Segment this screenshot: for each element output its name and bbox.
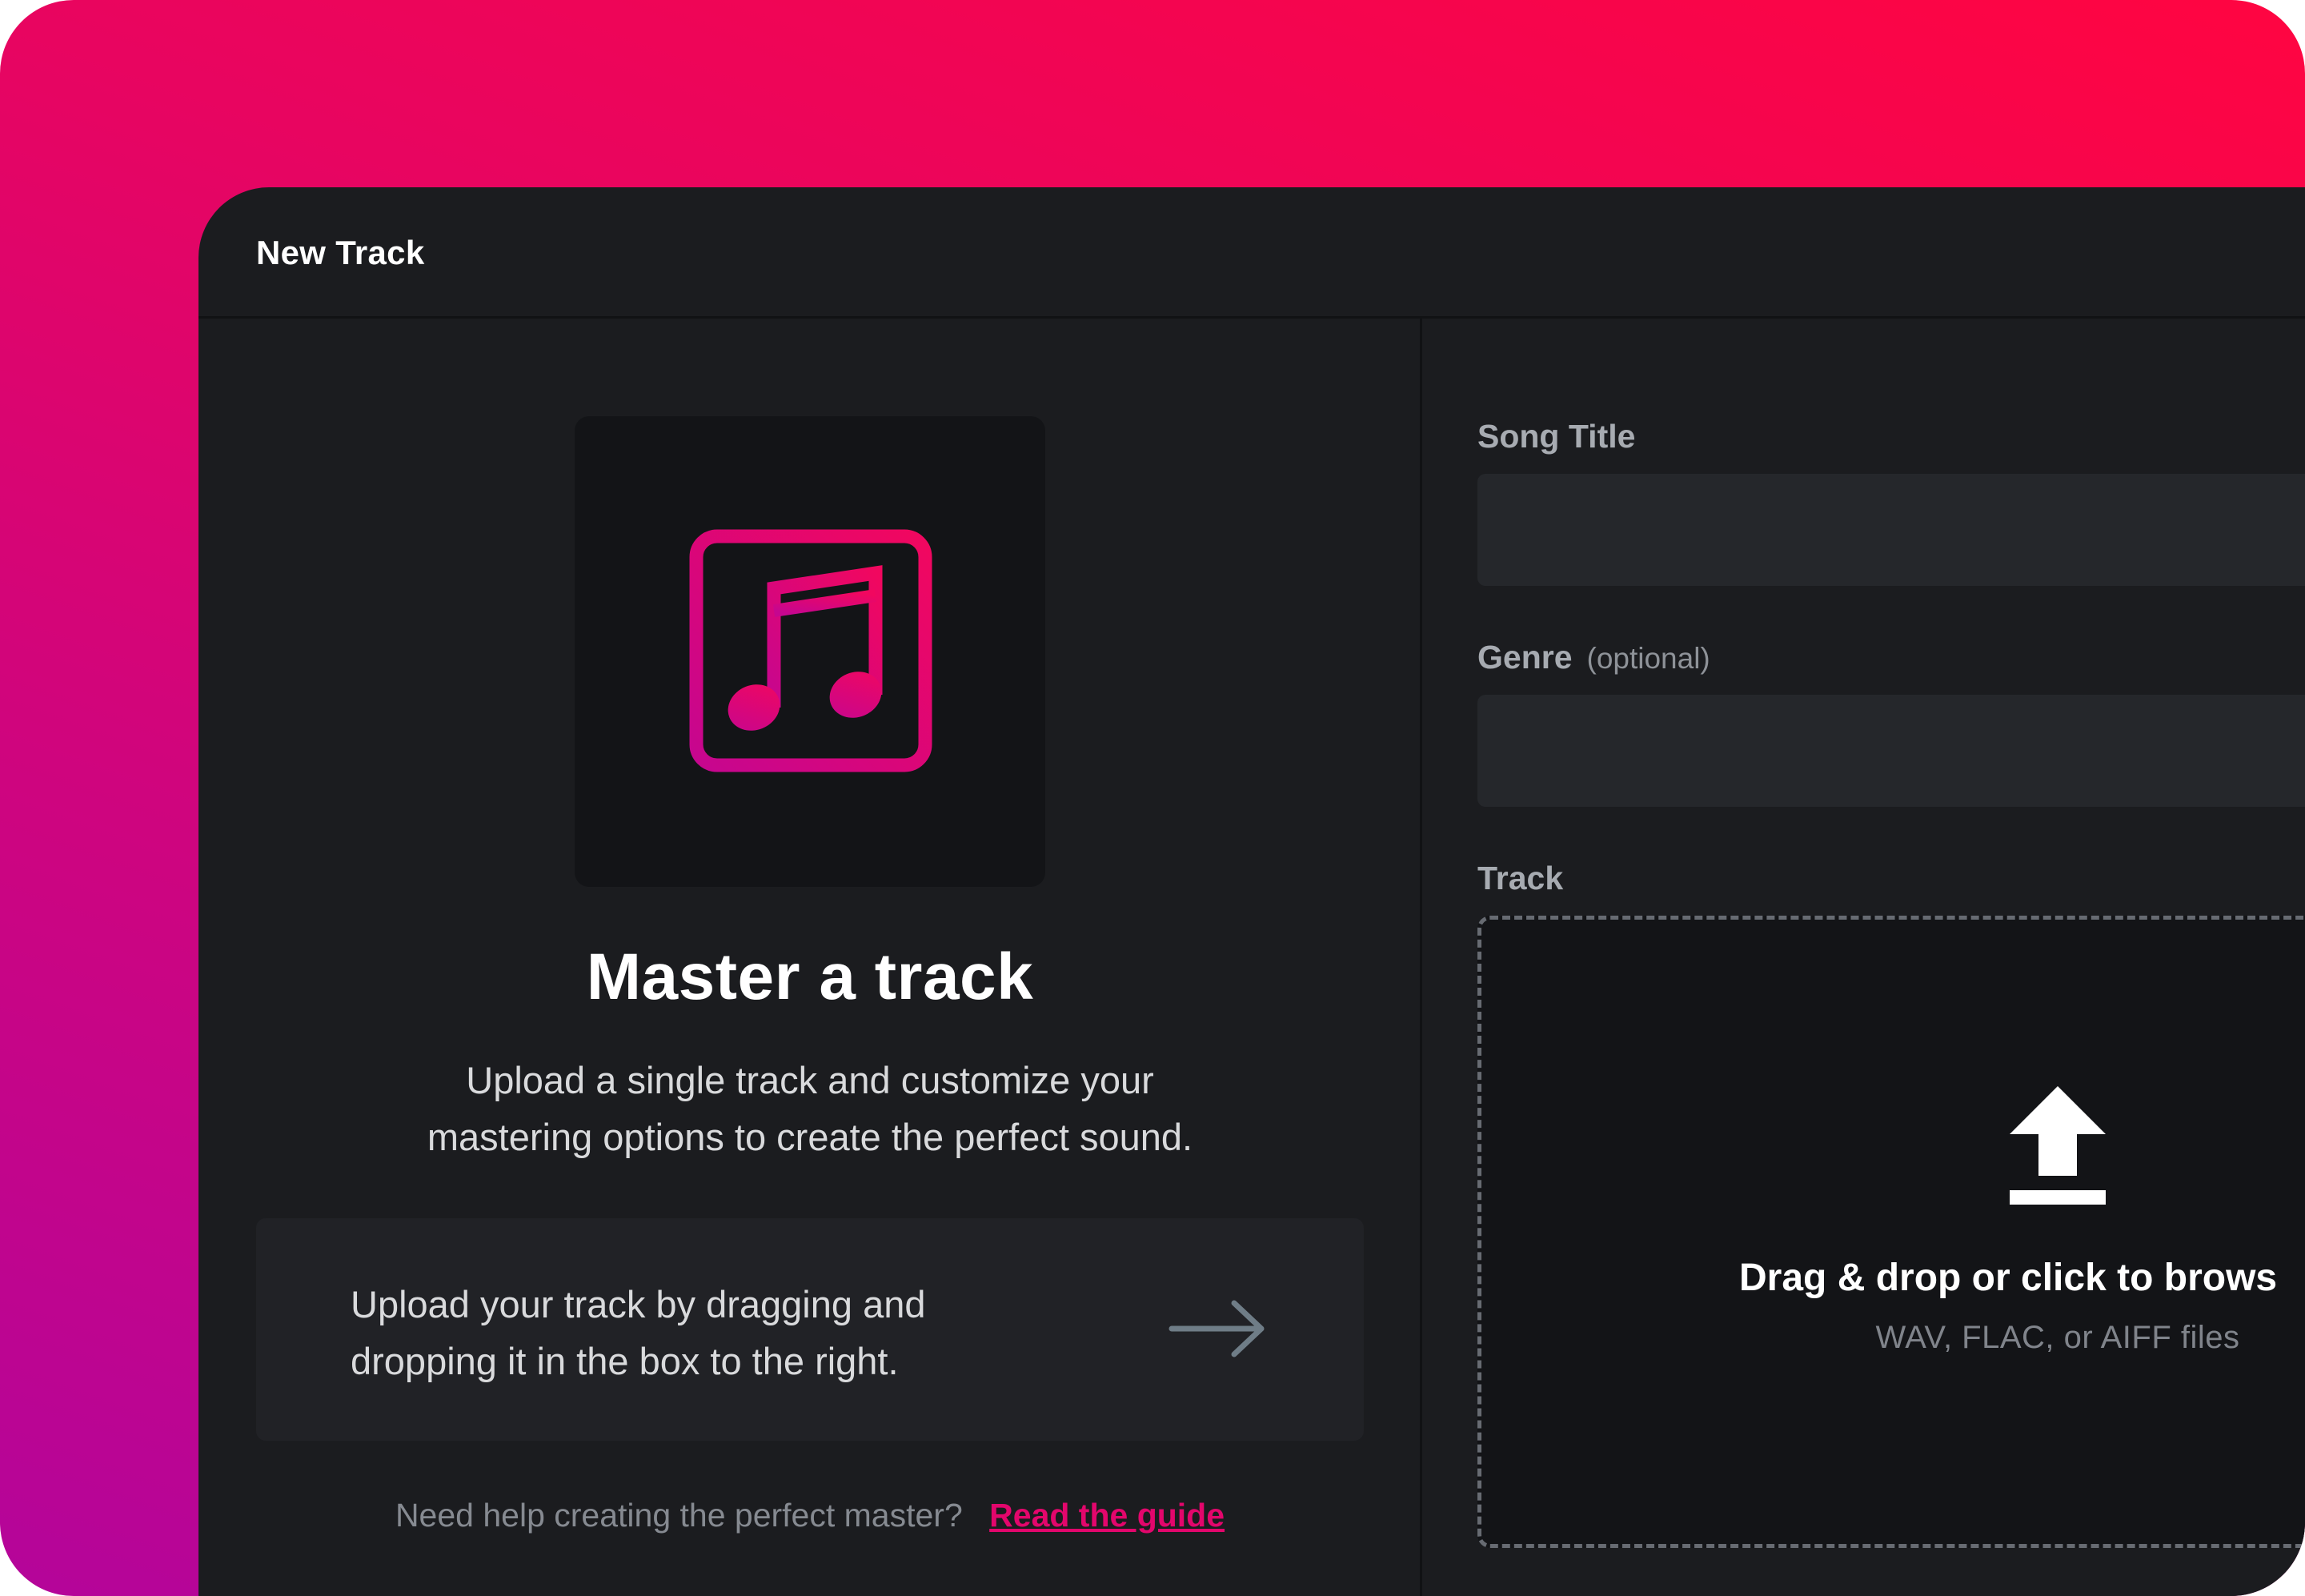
app-background: New Track Master a track Upload a single… [0,0,2305,1596]
upload-hint-text: Upload your track by dragging and droppi… [351,1276,926,1389]
help-line: Need help creating the perfect master? R… [198,1497,1421,1534]
music-note-square-icon [689,529,932,772]
optional-tag: (optional) [1586,642,1710,675]
track-label-text: Track [1477,860,1564,896]
upload-hint-card: Upload your track by dragging and droppi… [256,1218,1364,1441]
song-title-label: Song Title [1477,418,1635,455]
description-line: Upload a single track and customize your [466,1059,1154,1101]
hint-line: dropping it in the box to the right. [351,1340,899,1382]
dropzone-title: Drag & drop or click to brows [1739,1257,2278,1299]
song-title-input[interactable] [1477,474,2305,586]
dropzone-subtitle: WAV, FLAC, or AIFF files [1875,1320,2240,1355]
help-text: Need help creating the perfect master? [395,1497,963,1534]
genre-label: Genre (optional) [1477,639,1710,676]
track-artwork-placeholder [575,416,1045,887]
track-dropzone[interactable]: Drag & drop or click to brows WAV, FLAC,… [1477,916,2305,1548]
description-line: mastering options to create the perfect … [427,1116,1193,1158]
song-title-label-text: Song Title [1477,418,1636,455]
track-label: Track [1477,860,1563,897]
window-title: New Track [256,234,425,271]
page-heading: Master a track [586,940,1034,1013]
arrow-right-icon [1169,1300,1265,1357]
window-header: New Track [198,187,2305,319]
genre-input[interactable] [1477,695,2305,807]
new-track-window: New Track Master a track Upload a single… [198,187,2305,1596]
read-the-guide-link[interactable]: Read the guide [989,1497,1225,1534]
page-description: Upload a single track and customize your… [198,1052,1421,1165]
upload-arrow-icon [2010,1086,2106,1205]
hint-line: Upload your track by dragging and [351,1283,926,1325]
genre-label-text: Genre [1477,639,1573,676]
resize-handle-icon[interactable] [2284,1575,2305,1596]
